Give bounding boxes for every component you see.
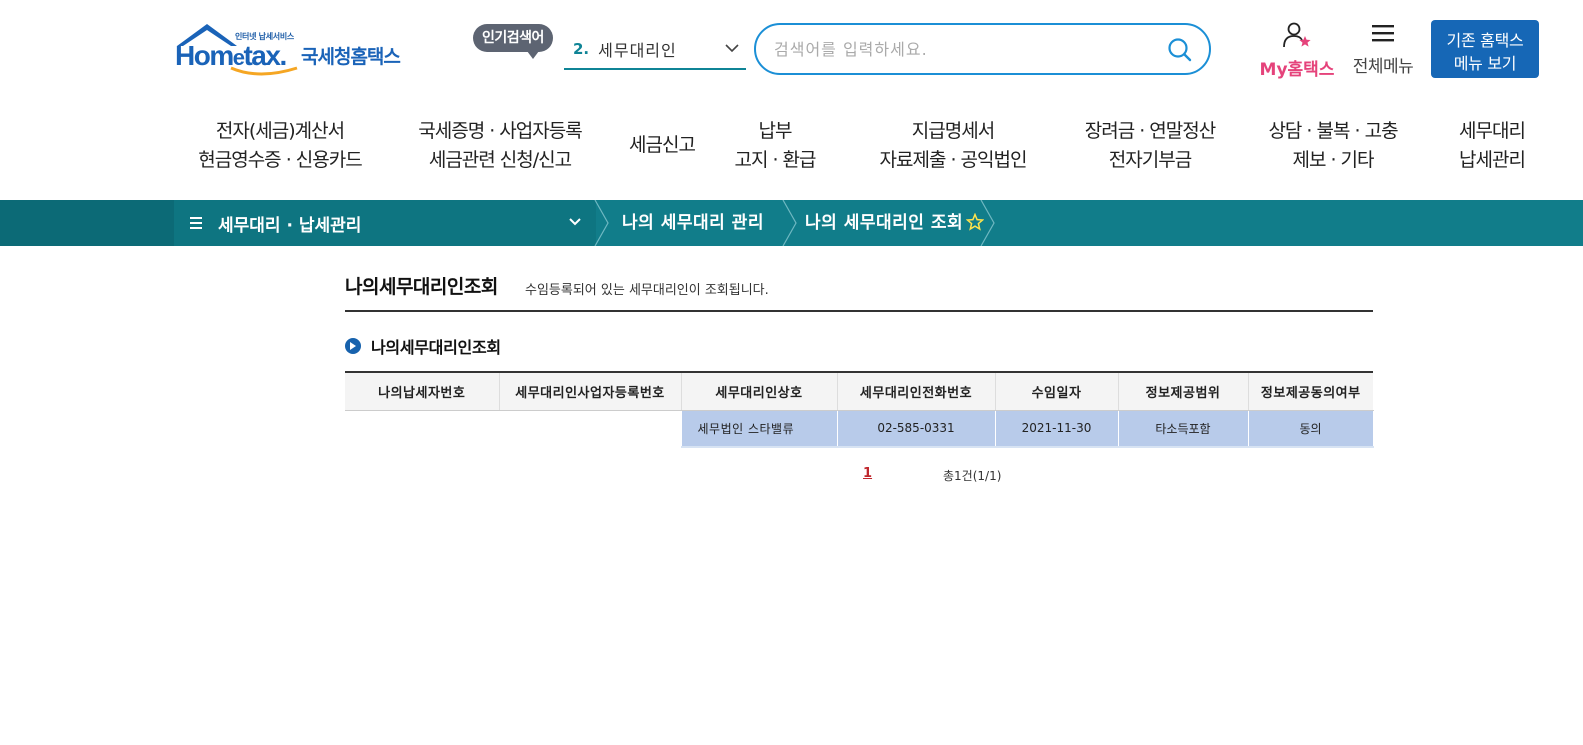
section-header: 나의세무대리인조회	[345, 334, 501, 358]
column-header[interactable]: 나의납세자번호	[345, 372, 500, 411]
user-star-icon	[1283, 22, 1311, 48]
nav-item-payment[interactable]: 납부 고지 · 환급	[725, 117, 825, 175]
arrow-circle-icon	[345, 338, 361, 354]
all-menu-link[interactable]: 전체메뉴	[1350, 22, 1416, 77]
page-title: 나의세무대리인조회	[345, 276, 498, 298]
agent-phone-cell: 02-585-0331	[837, 410, 996, 448]
chevron-down-icon	[569, 218, 581, 226]
breadcrumb-section-label: 세무대리 · 납세관리	[218, 215, 362, 236]
column-header[interactable]: 정보제공범위	[1118, 372, 1249, 411]
nav-item-certificate[interactable]: 국세증명 · 사업자등록 세금관련 신청/신고	[400, 117, 600, 175]
tax-agent-table: 나의납세자번호 세무대리인사업자등록번호 세무대리인상호 세무대리인전화번호 수…	[345, 371, 1374, 448]
old-menu-line1: 기존 홈택스	[1446, 31, 1524, 50]
table-header-row: 나의납세자번호 세무대리인사업자등록번호 세무대리인상호 세무대리인전화번호 수…	[345, 372, 1373, 411]
logo-name: 국세청홈택스	[301, 46, 401, 68]
all-menu-label: 전체메뉴	[1352, 57, 1414, 77]
search-icon[interactable]	[1167, 37, 1193, 63]
engagement-date-cell: 2021-11-30	[995, 410, 1119, 448]
search-box	[754, 23, 1211, 75]
nav-item-payment-statement[interactable]: 지급명세서 자료제출 · 공익법인	[863, 117, 1043, 175]
title-divider	[345, 310, 1373, 312]
nav-item-tax-agent[interactable]: 세무대리 납세관리	[1442, 117, 1542, 175]
search-input[interactable]	[774, 35, 1154, 63]
hometax-logo[interactable]: 인터넷 납세서비스 Hometax. 국세청홈택스	[175, 22, 405, 80]
breadcrumb: 세무대리 · 납세관리 나의 세무대리 관리 나의 세무대리인 조회	[0, 200, 1583, 246]
breadcrumb-separator-icon	[782, 200, 797, 246]
column-header[interactable]: 세무대리인상호	[681, 372, 838, 411]
nav-item-consultation[interactable]: 상담 · 불복 · 고충 제보 · 기타	[1248, 117, 1418, 175]
my-hometax-link[interactable]: My홈택스	[1258, 22, 1336, 80]
section-title: 나의세무대리인조회	[371, 338, 501, 357]
breadcrumb-leftcap	[0, 200, 174, 246]
nav-item-tax-report[interactable]: 세금신고	[617, 131, 707, 160]
agent-name-cell: 세무법인 스타밸류	[681, 410, 838, 448]
column-header[interactable]: 수임일자	[995, 372, 1119, 411]
breadcrumb-separator-icon	[980, 200, 995, 246]
column-header[interactable]: 정보제공동의여부	[1248, 372, 1373, 411]
page-number-link[interactable]: 1	[863, 466, 872, 481]
column-header[interactable]: 세무대리인사업자등록번호	[499, 372, 682, 411]
old-menu-line2: 메뉴 보기	[1453, 54, 1517, 73]
nav-item-e-invoice[interactable]: 전자(세금)계산서 현금영수증 · 신용카드	[180, 117, 380, 175]
keyword-text: 세무대리인	[598, 41, 677, 60]
menu-icon	[190, 217, 202, 229]
pagination-total: 총1건(1/1)	[943, 469, 1002, 483]
main-nav: 전자(세금)계산서 현금영수증 · 신용카드 국세증명 · 사업자등록 세금관련 신…	[180, 117, 1540, 181]
my-hometax-label: My홈택스	[1259, 60, 1335, 80]
column-header[interactable]: 세무대리인전화번호	[837, 372, 996, 411]
breadcrumb-level2[interactable]: 나의 세무대리인 조회	[805, 200, 963, 246]
logo-swoosh-icon	[230, 66, 298, 76]
keyword-rank: 2.	[573, 40, 590, 58]
table-row[interactable]: 세무법인 스타밸류 02-585-0331 2021-11-30 타소득포함 동…	[345, 410, 1374, 448]
breadcrumb-separator-icon	[594, 200, 609, 246]
nav-item-incentive[interactable]: 장려금 · 연말정산 전자기부금	[1060, 117, 1240, 175]
taxpayer-number-cell	[345, 410, 500, 447]
consent-cell: 동의	[1248, 410, 1374, 448]
chevron-down-icon	[725, 44, 739, 53]
popular-keyword-select[interactable]: 2. 세무대리인	[564, 30, 746, 70]
old-hometax-menu-button[interactable]: 기존 홈택스 메뉴 보기	[1431, 20, 1539, 78]
hamburger-icon	[1372, 25, 1394, 42]
agent-biz-reg-cell	[499, 410, 682, 447]
info-scope-cell: 타소득포함	[1118, 410, 1249, 448]
breadcrumb-section[interactable]: 세무대리 · 납세관리	[174, 200, 596, 246]
page-description: 수임등록되어 있는 세무대리인이 조회됩니다.	[525, 283, 769, 298]
breadcrumb-level1[interactable]: 나의 세무대리 관리	[622, 200, 764, 246]
popular-search-badge: 인기검색어	[473, 24, 553, 59]
